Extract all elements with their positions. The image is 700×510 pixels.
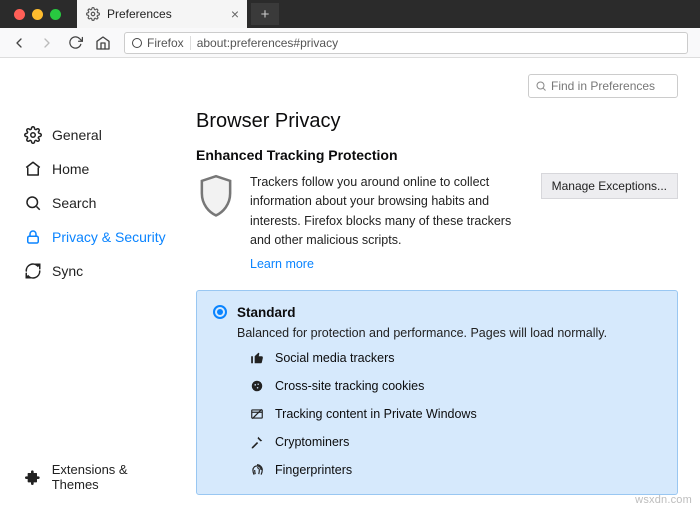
sidebar-item-label: General	[52, 127, 102, 143]
home-icon	[24, 160, 42, 178]
manage-exceptions-button[interactable]: Manage Exceptions...	[541, 173, 678, 199]
shield-icon	[196, 173, 236, 217]
sidebar-item-label: Extensions & Themes	[52, 462, 176, 492]
section-title: Enhanced Tracking Protection	[196, 147, 678, 163]
puzzle-icon	[24, 468, 42, 486]
tracker-fingerprinters: Fingerprinters	[249, 462, 661, 478]
etp-description: Trackers follow you around online to col…	[250, 175, 511, 247]
standard-title: Standard	[237, 305, 296, 320]
url-text: about:preferences#privacy	[197, 36, 338, 50]
gear-icon	[85, 6, 101, 22]
learn-more-link[interactable]: Learn more	[250, 255, 314, 274]
tracker-private-windows: Tracking content in Private Windows	[249, 406, 661, 422]
standard-description: Balanced for protection and performance.…	[237, 326, 661, 340]
browser-tab-preferences[interactable]: Preferences ×	[77, 0, 247, 28]
radio-standard[interactable]	[213, 305, 227, 319]
sidebar-item-label: Privacy & Security	[52, 229, 166, 245]
sync-icon	[24, 262, 42, 280]
sidebar-item-label: Sync	[52, 263, 83, 279]
tab-close-button[interactable]: ×	[231, 6, 239, 22]
tab-title: Preferences	[107, 7, 172, 21]
lock-icon	[24, 228, 42, 246]
window-minimize-button[interactable]	[32, 9, 43, 20]
url-bar[interactable]: Firefox about:preferences#privacy	[124, 32, 688, 54]
tracker-social-media: Social media trackers	[249, 350, 661, 366]
firefox-icon	[131, 37, 143, 49]
sidebar-item-search[interactable]: Search	[0, 186, 190, 220]
tracker-cryptominers: Cryptominers	[249, 434, 661, 450]
gear-icon	[24, 126, 42, 144]
search-icon	[535, 80, 547, 92]
cookie-icon	[249, 378, 265, 394]
window-zoom-button[interactable]	[50, 9, 61, 20]
watermark: wsxdn.com	[635, 494, 692, 506]
window-close-button[interactable]	[14, 9, 25, 20]
sidebar-item-privacy-security[interactable]: Privacy & Security	[0, 220, 190, 254]
sidebar-item-general[interactable]: General	[0, 118, 190, 152]
find-placeholder: Find in Preferences	[551, 79, 655, 93]
home-button[interactable]	[90, 31, 116, 55]
tracker-cross-site-cookies: Cross-site tracking cookies	[249, 378, 661, 394]
window-blocked-icon	[249, 406, 265, 422]
sidebar-item-sync[interactable]: Sync	[0, 254, 190, 288]
search-icon	[24, 194, 42, 212]
sidebar-item-label: Search	[52, 195, 96, 211]
sidebar-item-extensions-themes[interactable]: Extensions & Themes	[0, 454, 190, 502]
nav-forward-button[interactable]	[34, 31, 60, 55]
reload-button[interactable]	[62, 31, 88, 55]
nav-back-button[interactable]	[6, 31, 32, 55]
find-in-preferences-input[interactable]: Find in Preferences	[528, 74, 678, 98]
protection-level-standard-card[interactable]: Standard Balanced for protection and per…	[196, 290, 678, 495]
thumbs-up-icon	[249, 350, 265, 366]
identity-label: Firefox	[147, 36, 184, 50]
fingerprint-icon	[249, 462, 265, 478]
sidebar-item-home[interactable]: Home	[0, 152, 190, 186]
sidebar-item-label: Home	[52, 161, 89, 177]
pickaxe-icon	[249, 434, 265, 450]
page-title: Browser Privacy	[196, 110, 678, 133]
preferences-sidebar: General Home Search Privacy & Security S…	[0, 58, 190, 510]
new-tab-button[interactable]: +	[251, 3, 279, 25]
